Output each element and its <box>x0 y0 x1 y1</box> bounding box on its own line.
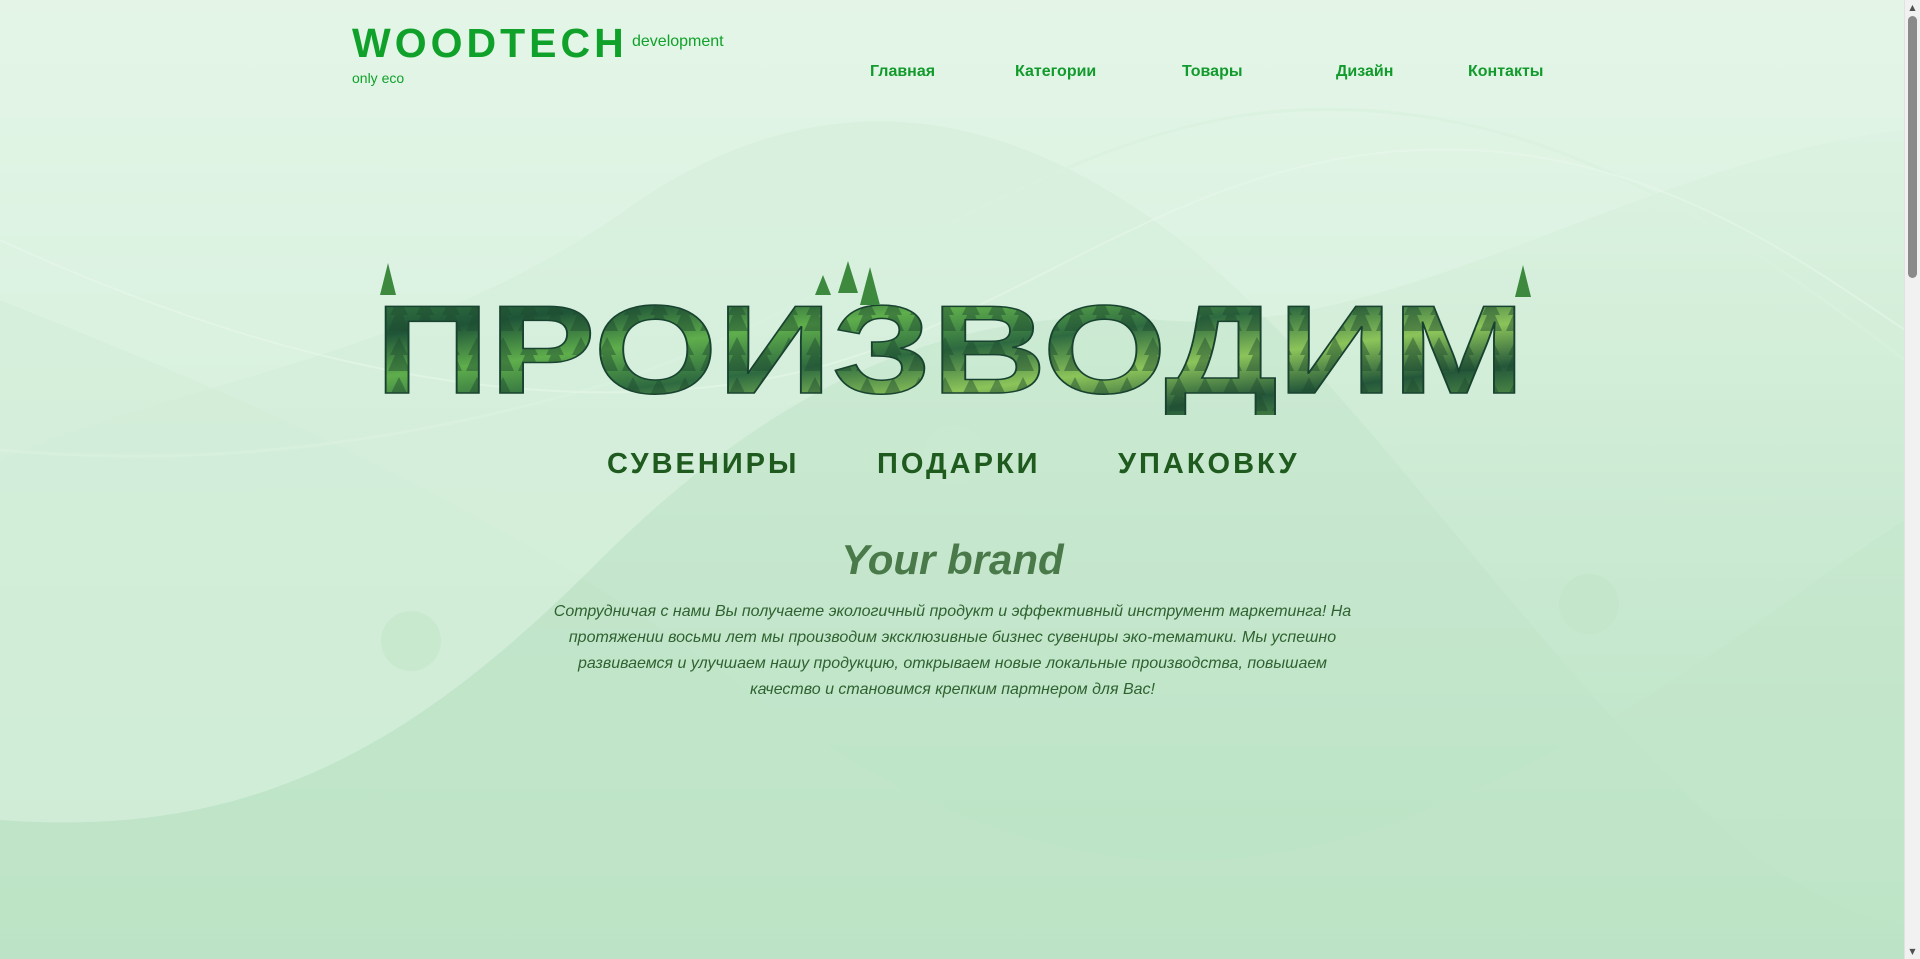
product-packaging-link[interactable]: УПАКОВКУ <box>1118 448 1300 481</box>
hero-description: Сотрудничая с нами Вы получаете экологич… <box>553 603 1352 698</box>
vertical-scrollbar[interactable]: ▲ ▼ <box>1904 0 1920 959</box>
hero-section: ПРОИЗВОДИМ ПРОИЗВОДИМ СУВЕНИРЫ ПОДАРКИ У… <box>0 0 1905 959</box>
nav-item-design[interactable]: Дизайн <box>1336 63 1393 81</box>
nav-item-categories[interactable]: Категории <box>1015 63 1096 81</box>
brand-heading: Your brand <box>841 536 1064 583</box>
scroll-up-arrow-icon[interactable]: ▲ <box>1905 0 1920 15</box>
logo-subtitle: development <box>632 33 724 50</box>
nav-item-home[interactable]: Главная <box>870 63 935 81</box>
svg-text:ПРОИЗВОДИМ: ПРОИЗВОДИМ <box>375 279 1525 415</box>
scrollbar-thumb[interactable] <box>1908 16 1917 278</box>
site-header: WOODTECH development only eco Главная Ка… <box>0 0 1905 110</box>
hero-headline: ПРОИЗВОДИМ ПРОИЗВОДИМ <box>374 261 1531 415</box>
logo-title[interactable]: WOODTECH <box>352 20 628 66</box>
logo-tagline: only eco <box>352 70 405 86</box>
nav-item-contacts[interactable]: Контакты <box>1468 63 1543 81</box>
product-gifts-link[interactable]: ПОДАРКИ <box>877 448 1041 481</box>
nav-item-products[interactable]: Товары <box>1182 63 1243 81</box>
product-souvenirs-link[interactable]: СУВЕНИРЫ <box>607 448 799 481</box>
scroll-down-arrow-icon[interactable]: ▼ <box>1905 944 1920 959</box>
